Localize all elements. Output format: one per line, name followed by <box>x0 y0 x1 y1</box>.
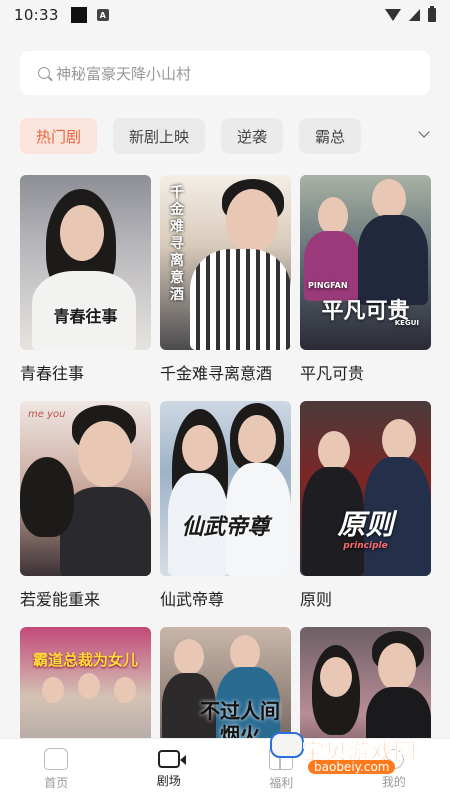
poster-figure-face <box>238 415 276 463</box>
drama-title: 仙武帝尊 <box>160 590 225 609</box>
poster-figure-face <box>78 673 100 699</box>
poster-figure-face <box>174 639 204 675</box>
poster-figure-face <box>372 179 406 219</box>
nav-home[interactable]: 首页 <box>0 739 113 800</box>
search-icon <box>38 67 50 79</box>
wifi-icon <box>385 9 401 21</box>
poster-figure-body <box>190 249 291 350</box>
poster-figure-face <box>78 421 132 487</box>
poster-figure <box>20 457 74 537</box>
watermark-url: baobeiy.com <box>308 760 396 774</box>
battery-icon <box>428 6 436 22</box>
drama-card[interactable]: 千金难寻离意酒 千金难寻离意酒 <box>160 175 291 384</box>
poster-sub-text: KEGUI <box>394 319 419 327</box>
nav-label: 首页 <box>44 776 69 790</box>
poster-sub-text: me you <box>28 409 66 420</box>
a-badge-icon: A <box>96 9 109 21</box>
drama-card[interactable]: 仙武帝尊 仙武帝尊 <box>160 401 291 610</box>
poster-figure-face <box>230 635 260 671</box>
poster-figure-body <box>304 231 360 301</box>
drama-title: 千金难寻离意酒 <box>160 364 273 383</box>
poster-title-text: 千金难寻离意酒 <box>170 185 184 303</box>
poster-figure-face <box>378 643 416 691</box>
drama-card[interactable]: 青春往事 青春往事 <box>20 175 151 384</box>
poster-figure-face <box>318 197 348 235</box>
poster-figure-face <box>382 419 416 461</box>
category-tab-ceo[interactable]: 霸总 <box>299 118 362 154</box>
poster-figure-face <box>60 205 104 261</box>
category-tab-counterattack[interactable]: 逆袭 <box>221 118 284 154</box>
poster-figure-face <box>182 425 218 471</box>
drama-card[interactable]: PINGFAN 平凡可贵 KEGUI 平凡可贵 <box>300 175 431 384</box>
drama-poster[interactable]: 青春往事 <box>20 175 151 350</box>
status-bar: 10:33 A <box>0 0 450 30</box>
search-input[interactable]: 神秘富豪天降小山村 <box>20 51 430 95</box>
status-indicators <box>385 6 436 22</box>
category-tab-hot[interactable]: 热门剧 <box>20 118 98 154</box>
poster-figure-face <box>226 189 278 253</box>
poster-title-text: 原则 <box>337 508 394 541</box>
drama-card[interactable]: me you 若爱能重来 <box>20 401 151 610</box>
gamepad-icon <box>270 732 304 758</box>
poster-figure-face <box>114 677 136 703</box>
nav-label: 剧场 <box>156 774 181 788</box>
category-tab-new[interactable]: 新剧上映 <box>113 118 206 154</box>
drama-poster[interactable]: 千金难寻离意酒 <box>160 175 291 350</box>
drama-poster[interactable]: me you <box>20 401 151 576</box>
poster-figure-face <box>318 431 350 471</box>
poster-figure-face <box>42 677 64 703</box>
drama-title: 平凡可贵 <box>300 364 365 383</box>
drama-title: 若爱能重来 <box>20 590 101 609</box>
drama-poster[interactable]: 仙武帝尊 <box>160 401 291 576</box>
home-icon <box>44 748 69 770</box>
category-tabs: 热门剧 新剧上映 逆袭 霸总 <box>20 118 440 154</box>
drama-poster[interactable]: PINGFAN 平凡可贵 KEGUI <box>300 175 431 350</box>
signal-icon <box>409 9 420 21</box>
poster-title-text: 仙武帝尊 <box>181 515 270 540</box>
watermark: 宝贝游戏网 baobeiy.com <box>262 722 442 780</box>
chevron-down-icon[interactable] <box>418 126 430 138</box>
poster-sub-text: principle <box>343 541 388 551</box>
poster-title-text: 青春往事 <box>53 307 118 326</box>
notification-icon <box>70 7 87 23</box>
status-time: 10:33 <box>14 6 59 24</box>
drama-title: 青春往事 <box>20 364 85 383</box>
poster-figure-face <box>320 657 352 697</box>
poster-title-text: 霸道总裁为女儿 <box>32 651 138 669</box>
nav-theater[interactable]: 剧场 <box>113 739 226 800</box>
poster-figure-body <box>358 215 428 305</box>
video-icon <box>157 750 186 768</box>
drama-poster[interactable]: 原则 principle <box>300 401 431 576</box>
search-placeholder: 神秘富豪天降小山村 <box>56 64 192 83</box>
poster-sub-text: PINGFAN <box>308 281 348 290</box>
drama-card[interactable]: 原则 principle 原则 <box>300 401 431 610</box>
drama-title: 原则 <box>300 590 333 609</box>
